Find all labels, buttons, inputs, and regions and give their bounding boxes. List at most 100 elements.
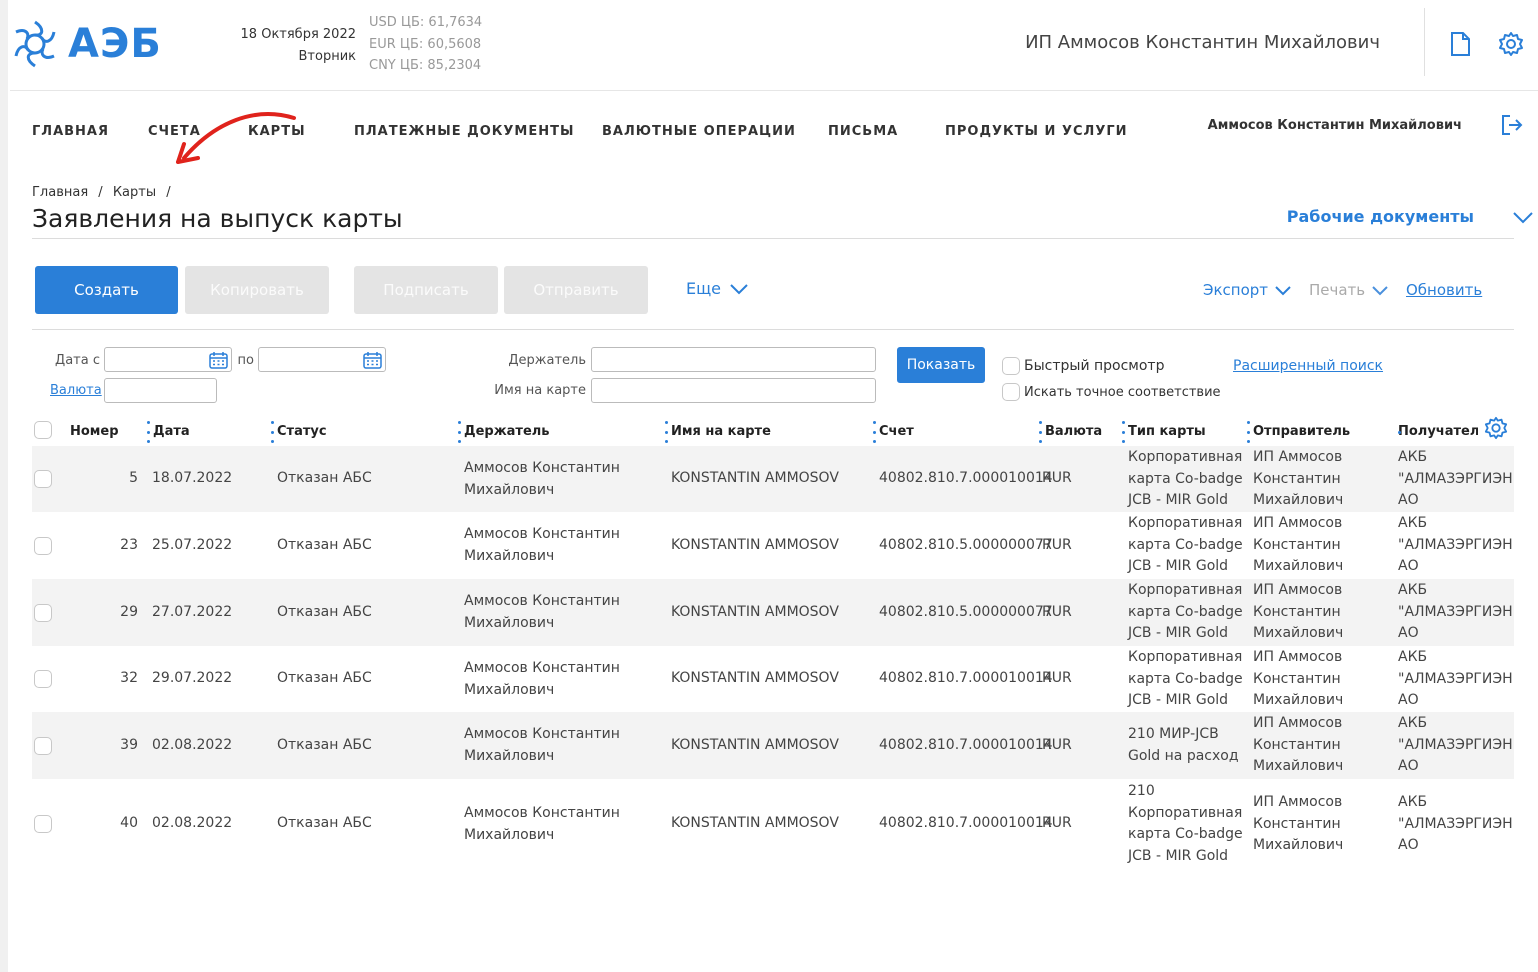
column-resize-handle[interactable] [147,421,150,443]
row-checkbox[interactable] [34,737,52,755]
cell-name-on-card: KONSTANTIN AMMOSOV [671,670,839,686]
work-documents-toggle[interactable]: Рабочие документы [1200,207,1474,226]
nav-item-products-services[interactable]: ПРОДУКТЫ И УСЛУГИ [945,124,1128,139]
settings-gear-icon[interactable] [1498,31,1524,61]
send-button[interactable]: Отправить [504,266,648,314]
column-header-currency-label: Валюта [1045,424,1103,439]
nav-item-main[interactable]: ГЛАВНАЯ [32,124,109,139]
table-row[interactable]: 39 02.08.2022 Отказан АБС Аммосов Константи… [32,712,1514,779]
current-user-name[interactable]: Аммосов Константин Михайлович [1160,118,1462,133]
chevron-down-icon [730,283,748,294]
column-header-holder[interactable]: Держатель [458,421,550,443]
exchange-rates: USD ЦБ: 61,7634 EUR ЦБ: 60,5608 CNY ЦБ: … [369,12,482,77]
page: АЭБ 18 Октября 2022 Вторник USD ЦБ: 61,7… [0,0,1538,972]
create-button[interactable]: Создать [35,266,178,314]
column-resize-handle[interactable] [1247,421,1250,443]
chevron-down-icon[interactable] [1512,210,1534,229]
cell-sender-line: Константин [1253,603,1341,620]
sign-button[interactable]: Подписать [354,266,498,314]
cny-rate: CNY ЦБ: 85,2304 [369,58,482,73]
header-divider [10,90,1538,91]
quick-view-checkbox[interactable] [1002,357,1020,375]
holder-input[interactable] [591,347,876,372]
column-header-card-type[interactable]: Тип карты [1122,421,1206,443]
table-row[interactable]: 29 27.07.2022 Отказан АБС Аммосов Константи… [32,579,1514,646]
column-header-receiver[interactable]: Получатель [1398,424,1478,439]
row-checkbox[interactable] [34,670,52,688]
column-resize-handle[interactable] [271,421,274,443]
column-resize-handle[interactable] [1039,421,1042,443]
document-icon[interactable] [1449,31,1471,61]
table-row[interactable]: 5 18.07.2022 Отказан АБС Аммосов Константин… [32,446,1514,512]
cell-status: Отказан АБС [277,670,372,686]
copy-button[interactable]: Копировать [185,266,329,314]
export-dropdown[interactable]: Экспорт [1203,281,1292,299]
cell-card-type-line: JCB - MIR Gold [1128,847,1229,864]
cell-card-type-line: Корпоративная [1128,449,1243,465]
name-on-card-input[interactable] [591,378,876,403]
column-header-sender[interactable]: Отправитель [1247,421,1351,443]
calendar-icon[interactable] [363,351,382,369]
column-resize-handle[interactable] [873,421,876,443]
cell-account: 40802.810.7.000010014 [879,815,1053,831]
cell-account: 40802.810.5.000000077 [879,604,1053,620]
organization-name[interactable]: ИП Аммосов Константин Михайлович [980,32,1380,53]
row-checkbox[interactable] [34,537,52,555]
advanced-search-link[interactable]: Расширенный поиск [1233,358,1383,374]
date-from-input[interactable] [104,347,232,372]
more-dropdown[interactable]: Еще [686,279,749,298]
column-header-sender-label: Отправитель [1253,424,1351,439]
nav-item-currency-operations[interactable]: ВАЛЮТНЫЕ ОПЕРАЦИИ [602,124,796,139]
print-label: Печать [1309,281,1366,299]
currency-input[interactable] [104,378,217,403]
currency-link[interactable]: Валюта [50,383,102,398]
table-row[interactable]: 40 02.08.2022 Отказан АБС Аммосов Константи… [32,779,1514,869]
cell-receiver: АКБ "АЛМАЗЭРГИЭНБАНК" АО [1398,713,1514,778]
row-checkbox[interactable] [34,470,52,488]
breadcrumb-home[interactable]: Главная [32,185,88,200]
column-header-status[interactable]: Статус [271,421,327,443]
nav-item-payment-documents[interactable]: ПЛАТЕЖНЫЕ ДОКУМЕНТЫ [354,124,574,139]
column-header-number[interactable]: Номер [70,424,119,439]
table-row[interactable]: 23 25.07.2022 Отказан АБС Аммосов Константи… [32,512,1514,579]
breadcrumb: Главная / Карты / [32,185,177,200]
logo[interactable]: АЭБ [10,18,162,70]
logo-text: АЭБ [68,21,162,67]
cell-card-type-line: карта Co-badge [1128,536,1243,553]
eur-rate: EUR ЦБ: 60,5608 [369,36,482,52]
cell-receiver: АКБ "АЛМАЗЭРГИЭНБАНК" АО [1398,447,1514,512]
column-header-name-on-card[interactable]: Имя на карте [665,421,771,443]
cell-sender-line: Константин [1253,470,1341,487]
cell-receiver-line: АО [1398,558,1419,574]
column-settings-icon[interactable] [1484,416,1508,444]
calendar-icon[interactable] [209,351,228,369]
column-header-date[interactable]: Дата [147,421,190,443]
cell-card-type-line: карта Co-badge [1128,826,1243,842]
column-header-account[interactable]: Счет [873,421,914,443]
exact-match-label: Искать точное соответствие [1024,385,1221,400]
nav-item-letters[interactable]: ПИСЬМА [828,124,898,139]
column-header-receiver-label: Получатель [1398,424,1478,439]
row-checkbox[interactable] [34,604,52,622]
select-all-checkbox[interactable] [34,421,52,439]
row-checkbox[interactable] [34,815,52,833]
column-header-status-label: Статус [277,424,327,439]
column-header-currency[interactable]: Валюта [1039,421,1103,443]
logout-icon[interactable] [1500,113,1524,141]
cell-holder-line: Михайлович [464,747,555,764]
refresh-link[interactable]: Обновить [1406,281,1482,299]
breadcrumb-cards[interactable]: Карты [113,185,156,200]
cell-holder-line: Михайлович [464,826,555,843]
column-resize-handle[interactable] [1122,421,1125,443]
column-resize-handle[interactable] [1398,424,1401,439]
date-to-input[interactable] [258,347,386,372]
show-button[interactable]: Показать [897,347,985,383]
cell-receiver: АКБ "АЛМАЗЭРГИЭНБАНК" АО [1398,580,1514,645]
column-resize-handle[interactable] [665,421,668,443]
print-dropdown[interactable]: Печать [1309,281,1389,299]
column-resize-handle[interactable] [458,421,461,443]
exact-match-checkbox[interactable] [1002,383,1020,401]
cell-sender: ИП Аммосов Константин Михайлович [1253,580,1343,645]
table-row[interactable]: 32 29.07.2022 Отказан АБС Аммосов Константи… [32,646,1514,712]
cell-receiver-line: "АЛМАЗЭРГИЭНБАНК" [1398,736,1514,753]
